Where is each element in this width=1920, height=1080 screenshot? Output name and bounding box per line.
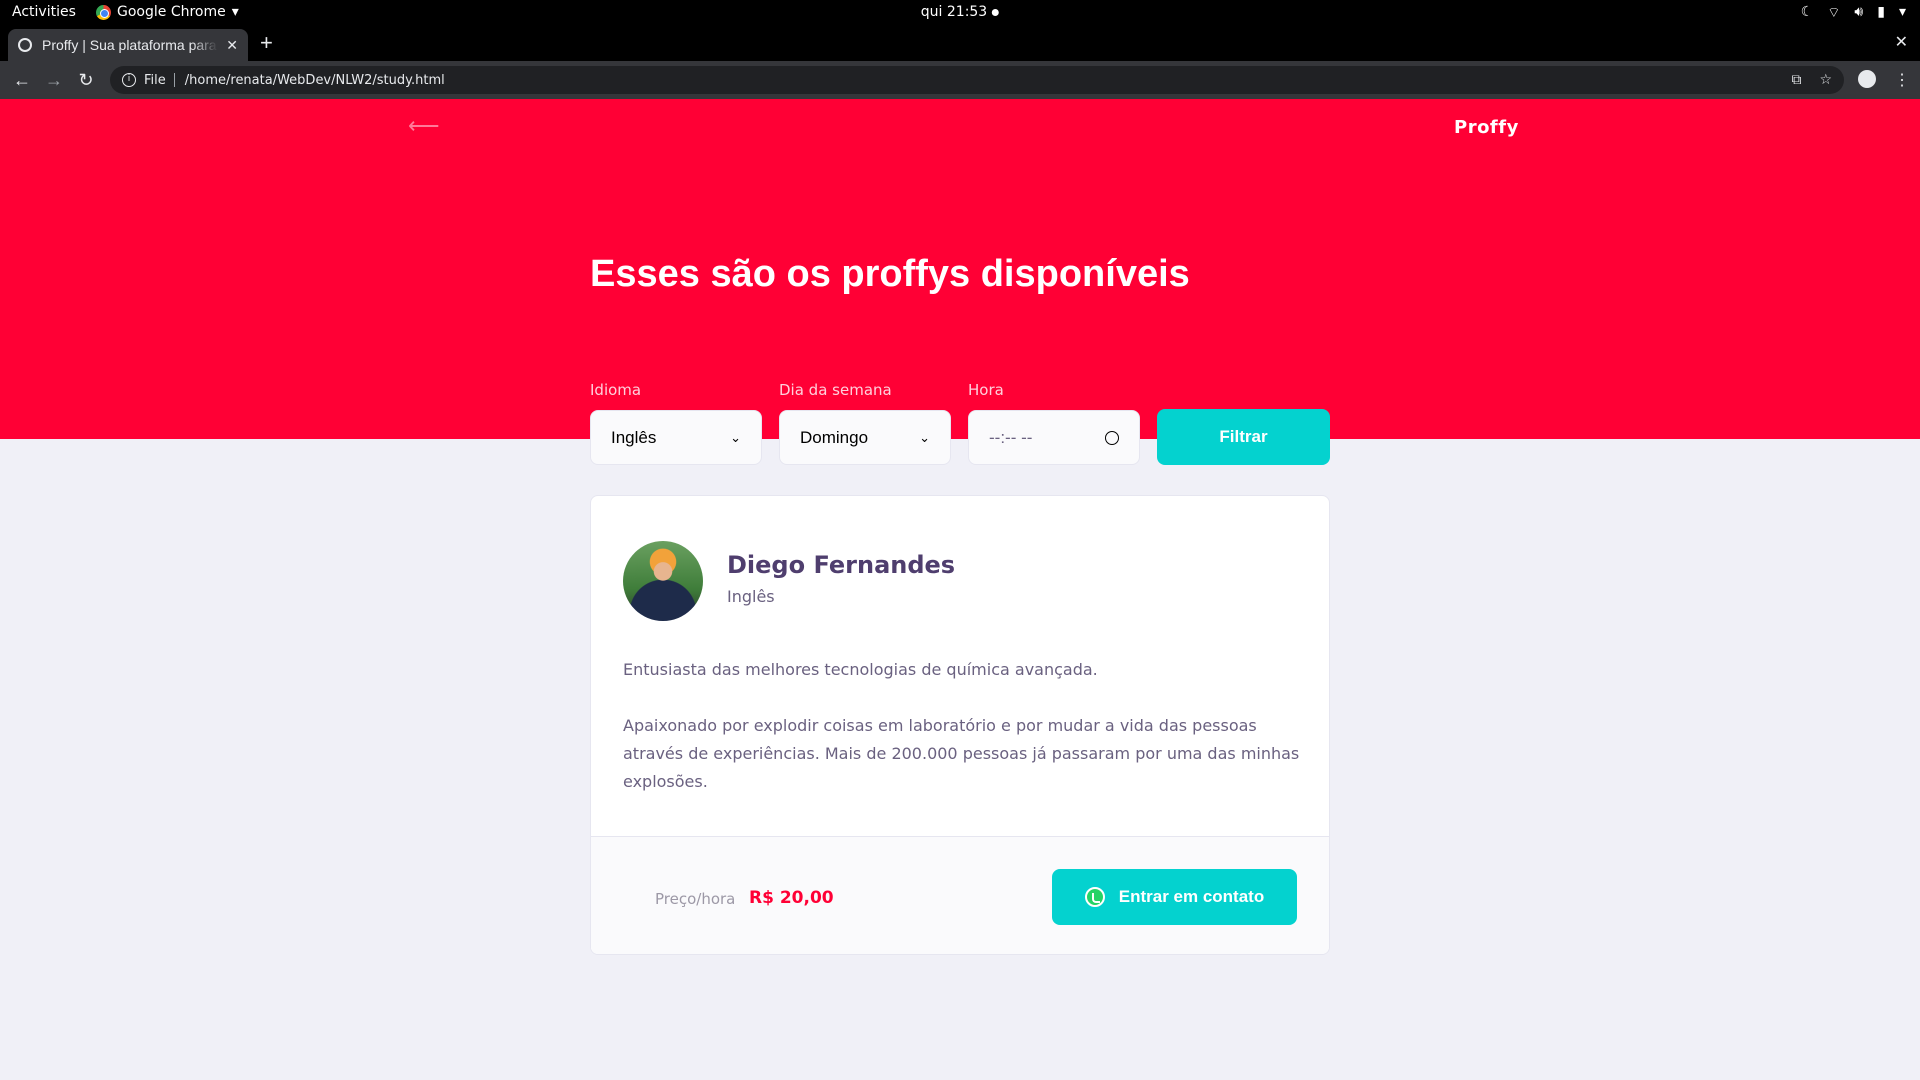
weekday-select-value: Domingo bbox=[800, 427, 869, 447]
clock-text: qui 21:53 bbox=[920, 4, 988, 20]
price-value: R$ 20,00 bbox=[749, 888, 834, 908]
teacher-bio: Entusiasta das melhores tecnologias de q… bbox=[623, 656, 1303, 796]
chevron-down-icon: ⌄ bbox=[919, 429, 930, 445]
forward-icon[interactable]: → bbox=[38, 70, 70, 91]
notification-dot-icon bbox=[992, 8, 1000, 16]
chevron-down-icon: ▾ bbox=[231, 4, 239, 20]
teacher-name: Diego Fernandes bbox=[727, 551, 956, 579]
address-bar[interactable]: i File /home/renata/WebDev/NLW2/study.ht… bbox=[110, 66, 1844, 94]
whatsapp-icon bbox=[1084, 887, 1105, 907]
system-top-bar: Activities Google Chrome ▾ qui 21:53 ☾ ⌔… bbox=[0, 0, 1920, 26]
contact-button[interactable]: Entrar em contato bbox=[1052, 869, 1297, 925]
more-menu-icon[interactable]: ⋮ bbox=[1894, 70, 1910, 90]
subject-select-value: Inglês bbox=[611, 427, 657, 447]
proffy-logo: Proffy bbox=[1454, 117, 1519, 138]
reload-icon[interactable]: ↻ bbox=[70, 70, 102, 91]
time-input-placeholder: --:-- -- bbox=[989, 427, 1033, 447]
system-tray[interactable]: ☾ ⌔ 🔊︎ ▮ ▾ bbox=[1801, 4, 1906, 22]
contact-button-label: Entrar em contato bbox=[1118, 887, 1265, 906]
weekday-select[interactable]: Domingo ⌄ bbox=[779, 410, 951, 465]
weekday-label: Dia da semana bbox=[779, 381, 892, 399]
chrome-logo-icon bbox=[96, 4, 111, 20]
price-label: Preço/hora bbox=[655, 890, 736, 908]
divider bbox=[173, 73, 175, 87]
clock[interactable]: qui 21:53 bbox=[920, 4, 1000, 20]
back-icon[interactable]: ← bbox=[6, 70, 38, 91]
app-name: Google Chrome bbox=[117, 4, 226, 20]
teacher-avatar bbox=[623, 541, 703, 621]
page-header: ⟵ Proffy Esses são os proffys disponívei… bbox=[0, 99, 1920, 465]
bio-paragraph: Entusiasta das melhores tecnologias de q… bbox=[623, 660, 1098, 679]
battery-icon: ▮ bbox=[1877, 4, 1885, 20]
teacher-card: Diego Fernandes Inglês Entusiasta das me… bbox=[590, 495, 1330, 955]
night-light-icon: ☾ bbox=[1800, 4, 1814, 20]
tab-title: Proffy | Sua plataforma para estudos onl… bbox=[42, 37, 218, 53]
back-arrow-icon[interactable]: ⟵ bbox=[408, 113, 440, 139]
browser-toolbar: ← → ↻ i File /home/renata/WebDev/NLW2/st… bbox=[0, 61, 1920, 99]
tab-strip: Proffy | Sua plataforma para estudos onl… bbox=[0, 26, 1920, 61]
translate-icon[interactable]: ⧉ bbox=[1791, 72, 1801, 88]
activities-button[interactable]: Activities bbox=[12, 4, 76, 20]
bio-paragraph: Apaixonado por explodir coisas em labora… bbox=[623, 716, 1300, 791]
profile-avatar-icon[interactable] bbox=[1858, 70, 1876, 88]
bookmark-star-icon[interactable]: ☆ bbox=[1819, 72, 1832, 88]
new-tab-button[interactable]: + bbox=[260, 30, 273, 56]
close-window-icon[interactable]: ✕ bbox=[1895, 32, 1908, 52]
page-content: ⟵ Proffy Esses são os proffys disponívei… bbox=[0, 99, 1920, 1080]
chevron-down-icon: ▾ bbox=[1898, 4, 1906, 20]
filter-button[interactable]: Filtrar bbox=[1157, 409, 1330, 465]
chevron-down-icon: ⌄ bbox=[730, 429, 741, 445]
app-menu[interactable]: Google Chrome ▾ bbox=[96, 4, 239, 20]
volume-icon: 🔊︎ bbox=[1854, 4, 1864, 20]
info-icon[interactable]: i bbox=[122, 73, 136, 87]
browser-tab[interactable]: Proffy | Sua plataforma para estudos onl… bbox=[8, 29, 248, 61]
scheme-label: File bbox=[144, 72, 166, 88]
globe-icon bbox=[18, 38, 32, 52]
clock-icon[interactable] bbox=[1105, 430, 1119, 445]
subject-label: Idioma bbox=[590, 381, 642, 399]
close-tab-icon[interactable]: ✕ bbox=[226, 37, 238, 54]
page-title: Esses são os proffys disponíveis bbox=[590, 253, 1190, 295]
url-text: /home/renata/WebDev/NLW2/study.html bbox=[184, 72, 445, 88]
card-footer: Preço/hora R$ 20,00 Entrar em contato bbox=[591, 836, 1329, 954]
time-input[interactable]: --:-- -- bbox=[968, 410, 1140, 465]
teacher-subject: Inglês bbox=[727, 587, 775, 606]
time-label: Hora bbox=[968, 381, 1004, 399]
wifi-icon: ⌔ bbox=[1827, 5, 1841, 21]
subject-select[interactable]: Inglês ⌄ bbox=[590, 410, 762, 465]
